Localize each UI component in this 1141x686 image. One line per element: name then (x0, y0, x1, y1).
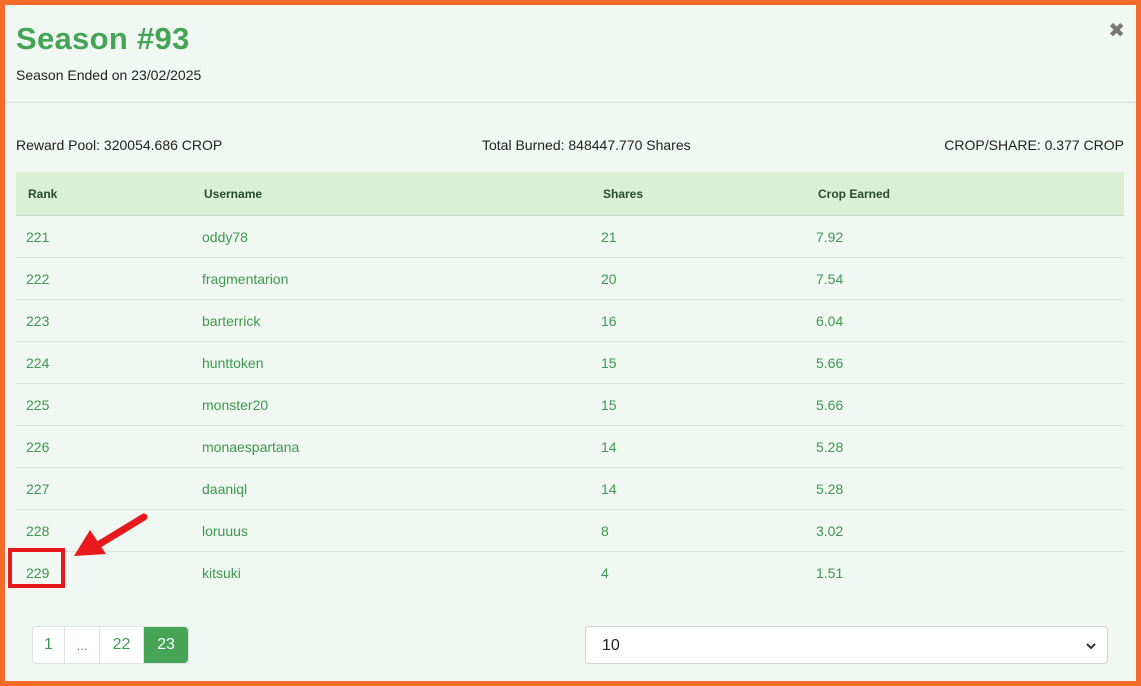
username-link[interactable]: kitsuki (202, 565, 241, 581)
leaderboard-table: Rank Username Shares Crop Earned 221 oddy… (16, 172, 1124, 594)
shares-cell: 15 (601, 397, 617, 413)
crop-earned-cell: 5.28 (816, 439, 844, 455)
rank-cell: 224 (26, 355, 50, 371)
column-header-crop-earned[interactable]: Crop Earned (818, 187, 890, 201)
season-ended-date: Season Ended on 23/02/2025 (16, 67, 202, 83)
close-icon[interactable]: ✖ (1108, 21, 1125, 41)
shares-cell: 21 (601, 229, 617, 245)
shares-cell: 20 (601, 271, 617, 287)
column-header-username[interactable]: Username (204, 187, 262, 201)
column-header-rank[interactable]: Rank (28, 187, 57, 201)
rank-cell: 226 (26, 439, 50, 455)
crop-earned-cell: 3.02 (816, 523, 844, 539)
table-row: 226 monaespartana 14 5.28 (16, 426, 1124, 468)
username-link[interactable]: daaniql (202, 481, 247, 497)
username-link[interactable]: oddy78 (202, 229, 248, 245)
table-row: 224 hunttoken 15 5.66 (16, 342, 1124, 384)
rank-highlight-box (8, 548, 65, 588)
chevron-down-icon (1086, 643, 1096, 650)
arrow-annotation-icon (74, 513, 148, 556)
rank-cell: 227 (26, 481, 50, 497)
table-row: 222 fragmentarion 20 7.54 (16, 258, 1124, 300)
page-button-1[interactable]: 1 (33, 627, 65, 663)
rank-cell: 225 (26, 397, 50, 413)
rank-cell: 228 (26, 523, 50, 539)
shares-cell: 14 (601, 439, 617, 455)
crop-earned-cell: 1.51 (816, 565, 844, 581)
username-link[interactable]: loruuus (202, 523, 248, 539)
username-link[interactable]: monaespartana (202, 439, 299, 455)
crop-earned-cell: 7.92 (816, 229, 844, 245)
total-burned: Total Burned: 848447.770 Shares (482, 137, 691, 153)
username-link[interactable]: monster20 (202, 397, 268, 413)
username-link[interactable]: barterrick (202, 313, 260, 329)
rank-cell: 223 (26, 313, 50, 329)
page-button-23-active[interactable]: 23 (144, 627, 188, 663)
rank-cell: 221 (26, 229, 50, 245)
modal-header: Season #93 Season Ended on 23/02/2025 ✖ (5, 5, 1136, 103)
table-row: 227 daaniql 14 5.28 (16, 468, 1124, 510)
table-row: 223 barterrick 16 6.04 (16, 300, 1124, 342)
pagination: 1 ... 22 23 (32, 626, 189, 664)
shares-cell: 14 (601, 481, 617, 497)
crop-per-share: CROP/SHARE: 0.377 CROP (944, 137, 1124, 153)
username-link[interactable]: hunttoken (202, 355, 264, 371)
page-ellipsis: ... (65, 627, 100, 663)
shares-cell: 8 (601, 523, 609, 539)
table-body: 221 oddy78 21 7.92 222 fragmentarion 20 7.54 223… (16, 216, 1124, 594)
table-row: 225 monster20 15 5.66 (16, 384, 1124, 426)
username-link[interactable]: fragmentarion (202, 271, 288, 287)
reward-pool: Reward Pool: 320054.686 CROP (16, 137, 223, 153)
crop-earned-cell: 5.28 (816, 481, 844, 497)
page-button-22[interactable]: 22 (100, 627, 144, 663)
season-modal: Season #93 Season Ended on 23/02/2025 ✖ … (5, 5, 1136, 681)
table-header: Rank Username Shares Crop Earned (16, 172, 1124, 216)
column-header-shares[interactable]: Shares (603, 187, 643, 201)
shares-cell: 4 (601, 565, 609, 581)
table-row: 228 loruuus 8 3.02 (16, 510, 1124, 552)
crop-earned-cell: 6.04 (816, 313, 844, 329)
page-size-select[interactable]: 10 (585, 626, 1108, 664)
season-stats: Reward Pool: 320054.686 CROP Total Burne… (16, 137, 1124, 155)
crop-earned-cell: 7.54 (816, 271, 844, 287)
page-title: Season #93 (16, 21, 190, 56)
crop-earned-cell: 5.66 (816, 397, 844, 413)
shares-cell: 15 (601, 355, 617, 371)
table-row: 229 kitsuki 4 1.51 (16, 552, 1124, 594)
page-size-value: 10 (602, 637, 620, 654)
shares-cell: 16 (601, 313, 617, 329)
table-row: 221 oddy78 21 7.92 (16, 216, 1124, 258)
rank-cell: 222 (26, 271, 50, 287)
crop-earned-cell: 5.66 (816, 355, 844, 371)
